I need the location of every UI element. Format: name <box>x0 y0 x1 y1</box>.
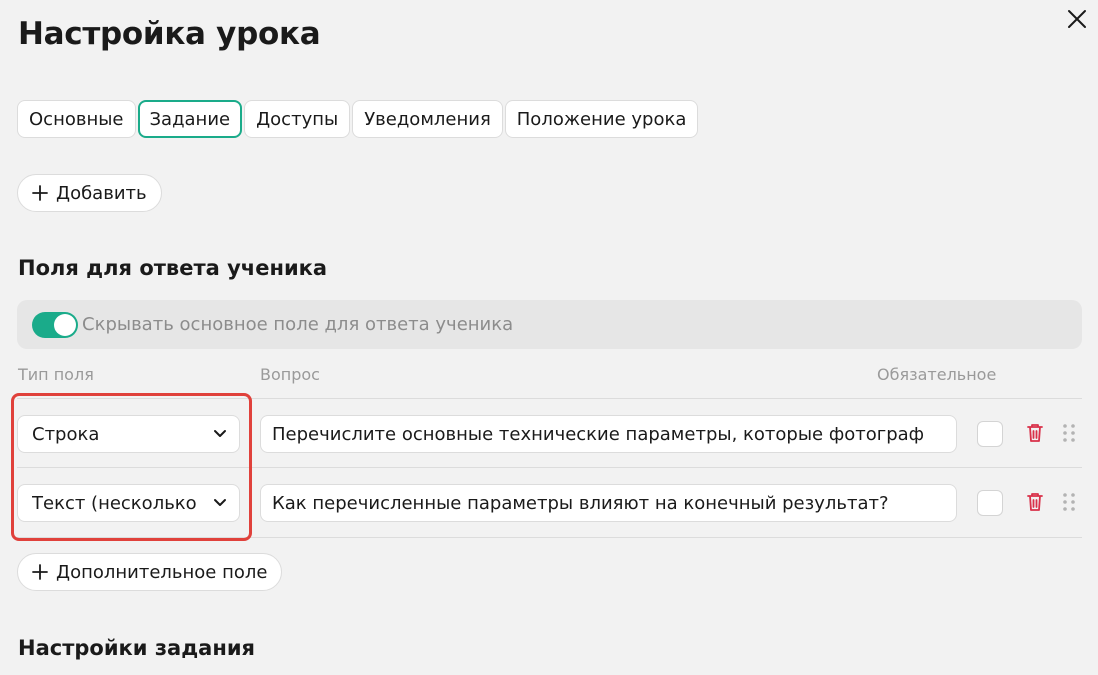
divider <box>17 537 1082 538</box>
trash-icon[interactable] <box>1025 422 1045 444</box>
tab-task[interactable]: Задание <box>137 100 243 138</box>
question-input[interactable] <box>260 415 957 453</box>
field-type-select[interactable]: Текст (несколько <box>17 484 240 522</box>
answer-fields-title: Поля для ответа ученика <box>18 256 328 280</box>
divider <box>17 398 1082 399</box>
close-icon <box>1068 10 1086 28</box>
add-extra-field-label: Дополнительное поле <box>56 561 268 583</box>
hide-main-field-toggle[interactable] <box>32 311 78 338</box>
tab-basic[interactable]: Основные <box>17 100 136 138</box>
question-input[interactable] <box>260 484 957 522</box>
field-type-value: Текст (несколько <box>32 492 197 514</box>
column-header-required: Обязательное <box>877 365 997 384</box>
task-settings-title: Настройки задания <box>18 636 256 660</box>
trash-icon[interactable] <box>1025 491 1045 513</box>
column-header-type: Тип поля <box>18 365 94 384</box>
tab-lesson-position[interactable]: Положение урока <box>504 100 699 138</box>
hide-main-field-row: Скрывать основное поле для ответа ученик… <box>17 300 1082 349</box>
tab-notifications[interactable]: Уведомления <box>352 100 503 138</box>
drag-handle-icon[interactable] <box>1060 422 1078 444</box>
field-type-value: Строка <box>32 423 100 445</box>
add-extra-field-button[interactable]: Дополнительное поле <box>17 553 283 591</box>
column-header-question: Вопрос <box>260 365 320 384</box>
plus-icon <box>32 564 48 580</box>
add-button-label: Добавить <box>56 182 147 204</box>
chevron-down-icon <box>214 499 226 506</box>
tab-bar: Основные Задание Доступы Уведомления Пол… <box>17 100 699 138</box>
tab-access[interactable]: Доступы <box>244 100 351 138</box>
chevron-down-icon <box>214 430 226 437</box>
toggle-knob <box>54 313 76 336</box>
page-title: Настройка урока <box>18 16 321 52</box>
drag-handle-icon[interactable] <box>1060 491 1078 513</box>
add-button[interactable]: Добавить <box>17 174 162 212</box>
divider <box>17 467 1082 468</box>
field-type-select[interactable]: Строка <box>17 415 240 453</box>
required-checkbox[interactable] <box>977 421 1003 447</box>
hide-main-field-label: Скрывать основное поле для ответа ученик… <box>82 314 514 335</box>
plus-icon <box>32 185 48 201</box>
required-checkbox[interactable] <box>977 490 1003 516</box>
close-button[interactable] <box>1064 6 1090 32</box>
